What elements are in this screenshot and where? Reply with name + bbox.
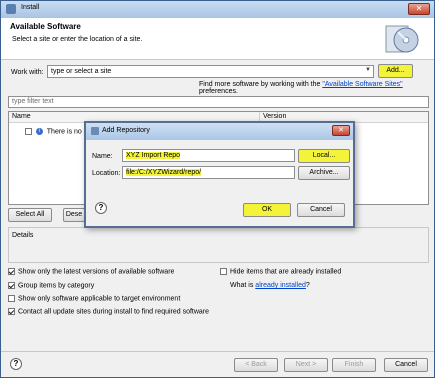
find-more-suffix: preferences. [199,88,238,95]
work-with-value: type or select a site [51,68,112,75]
select-all-button[interactable]: Select All [8,208,52,222]
install-app-icon [6,4,16,14]
dialog-help-icon[interactable]: ? [95,202,107,214]
page-subtitle: Select a site or enter the location of a… [12,36,143,43]
what-is-prefix: What is [230,282,254,289]
name-label: Name: [92,153,113,160]
latest-versions-label: Show only the latest versions of availab… [18,268,175,276]
details-label: Details [12,232,34,239]
option-contact-sites[interactable]: Contact all update sites during install … [8,308,209,315]
dialog-cancel-button[interactable]: Cancel [297,203,345,217]
add-button[interactable]: Add... [378,64,413,78]
finish-button[interactable]: Finish [332,358,376,372]
column-name[interactable]: Name [12,113,31,120]
find-more-prefix: Find more software by working with the [199,81,321,88]
chevron-down-icon: ▼ [365,67,371,73]
dialog-titlebar: Add Repository ✕ [86,123,353,140]
window-close-button[interactable]: ✕ [408,3,430,15]
group-by-category-label: Group items by category [18,282,95,290]
option-group-by-category[interactable]: Group items by category [8,282,94,289]
help-icon[interactable]: ? [10,358,22,370]
back-button[interactable]: < Back [234,358,278,372]
dialog-close-button[interactable]: ✕ [332,125,350,136]
install-window: Install ✕ Available Software Select a si… [0,0,435,378]
work-with-combo[interactable]: type or select a site ▼ [47,65,374,78]
already-installed-link[interactable]: already installed [255,282,306,289]
group-by-category-checkbox[interactable] [8,282,15,289]
window-titlebar: Install ✕ [1,1,434,18]
name-field[interactable]: XYZ Import Repo [122,149,295,162]
location-field-value: file:/C:/XYZWizard/repo/ [126,169,202,176]
contact-sites-label: Contact all update sites during install … [18,308,210,316]
add-repository-dialog: Add Repository ✕ Name: XYZ Import Repo L… [84,121,355,228]
filter-input[interactable]: type filter text [8,96,429,108]
next-button[interactable]: Next > [284,358,328,372]
dialog-title: Add Repository [102,127,150,134]
info-icon: i [35,128,43,135]
local-button[interactable]: Local... [298,149,350,163]
archive-button[interactable]: Archive... [298,166,350,180]
work-with-label: Work with: [11,69,44,76]
find-more-text: Find more software by working with the "… [199,81,434,95]
name-field-value: XYZ Import Repo [126,152,181,159]
install-cd-icon [385,25,419,53]
repository-icon [91,127,99,135]
what-is-installed-text: What is already installed? [230,282,310,289]
option-target-environment[interactable]: Show only software applicable to target … [8,295,180,302]
location-field[interactable]: file:/C:/XYZWizard/repo/ [122,166,295,179]
row-checkbox[interactable] [25,128,32,135]
target-environment-checkbox[interactable] [8,295,15,302]
option-hide-installed[interactable]: Hide items that are already installed [220,268,341,275]
option-latest-versions[interactable]: Show only the latest versions of availab… [8,268,174,275]
available-software-sites-link[interactable]: "Available Software Sites" [322,81,402,88]
deselect-all-button[interactable]: Dese [63,208,85,222]
column-version[interactable]: Version [263,113,286,120]
page-title: Available Software [10,22,81,31]
contact-sites-checkbox[interactable] [8,308,15,315]
ok-button[interactable]: OK [243,203,291,217]
footer-separator [1,351,434,352]
details-box [8,227,429,263]
hide-installed-label: Hide items that are already installed [230,268,342,276]
latest-versions-checkbox[interactable] [8,268,15,275]
what-is-suffix: ? [305,282,310,289]
cancel-button[interactable]: Cancel [384,358,428,372]
window-title: Install [21,4,40,11]
hide-installed-checkbox[interactable] [220,268,227,275]
location-label: Location: [92,170,121,177]
target-environment-label: Show only software applicable to target … [18,295,181,303]
wizard-header: Available Software Select a site or ente… [1,18,434,60]
